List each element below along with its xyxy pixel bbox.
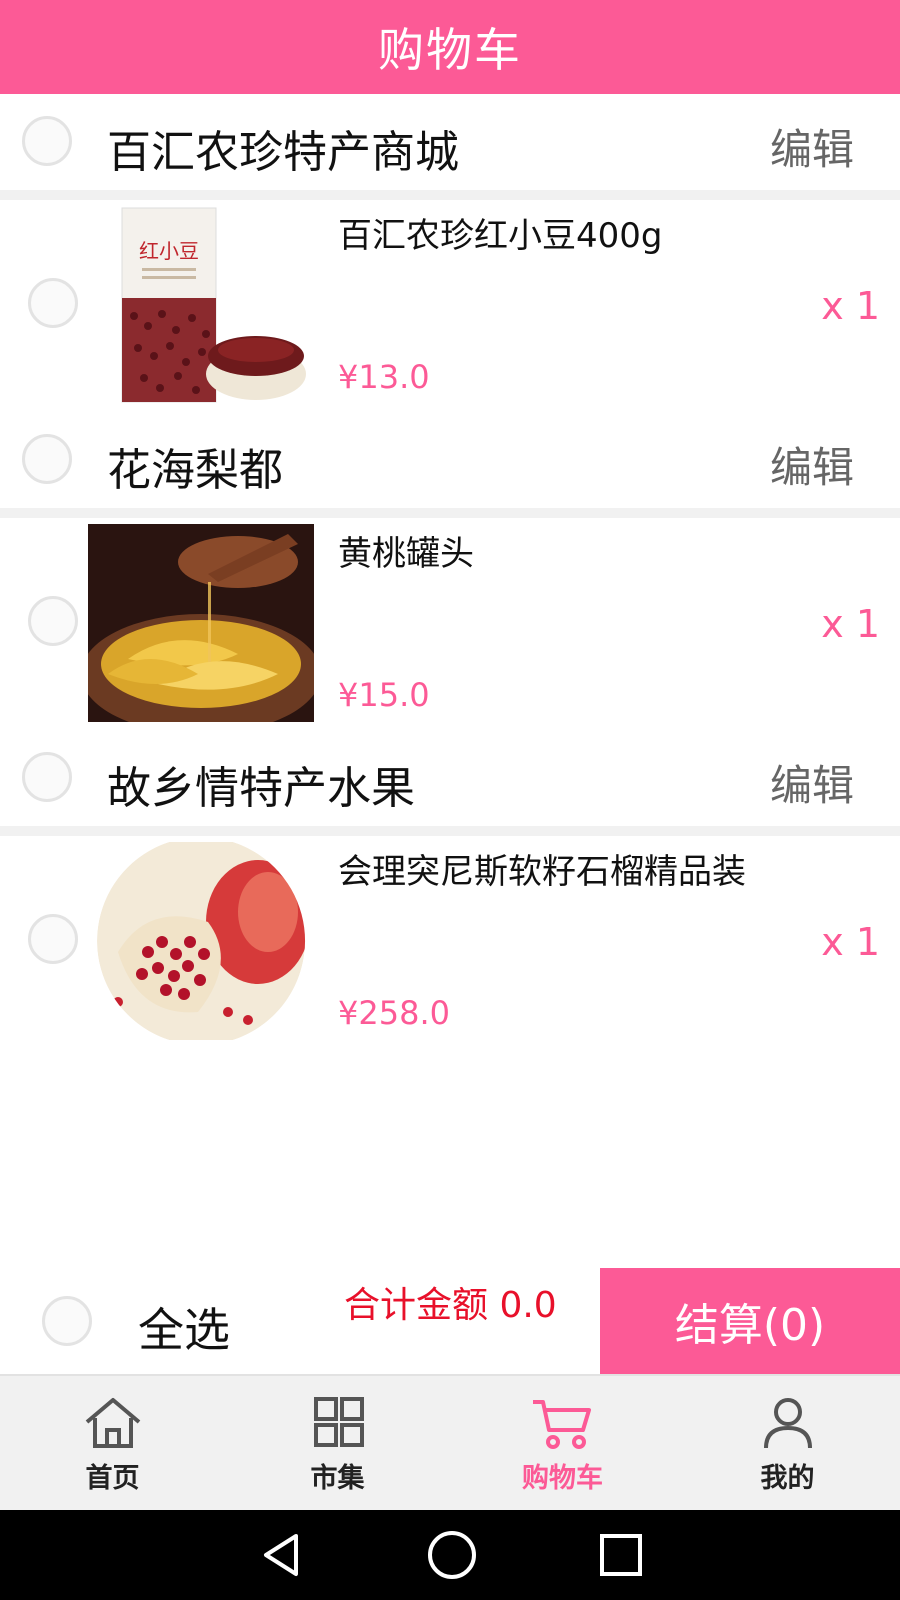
item-quantity: x 1	[821, 602, 880, 646]
shop-edit-button[interactable]: 编辑	[770, 434, 854, 495]
shop-header: 花海梨都 编辑	[0, 412, 900, 508]
item-quantity: x 1	[821, 284, 880, 328]
shop-edit-button[interactable]: 编辑	[770, 752, 854, 813]
cart-item: 红小豆 百汇农珍红小豆400g x 1 ¥13.0	[0, 200, 900, 410]
item-name: 百汇农珍红小豆400g	[338, 216, 663, 256]
bottom-tab-bar: 首页 市集 购物车 我的	[0, 1374, 900, 1510]
item-name: 黄桃罐头	[338, 534, 474, 574]
cart-icon	[532, 1400, 591, 1449]
total-amount: 合计金额 0.0	[344, 1285, 557, 1326]
select-all-checkbox[interactable]	[42, 1296, 92, 1346]
shop-select-checkbox[interactable]	[22, 752, 72, 802]
grid-icon	[313, 1397, 364, 1447]
page-title: 购物车	[0, 0, 900, 94]
tab-home[interactable]: 首页	[0, 1376, 225, 1510]
shop-select-checkbox[interactable]	[22, 116, 72, 166]
item-select-checkbox[interactable]	[28, 914, 78, 964]
tab-cart[interactable]: 购物车	[450, 1376, 675, 1510]
divider	[0, 826, 900, 836]
shop-name: 百汇农珍特产商城	[107, 127, 459, 178]
shop-edit-button[interactable]: 编辑	[770, 116, 854, 177]
shop-name: 花海梨都	[107, 445, 283, 496]
shop-header: 百汇农珍特产商城 编辑	[0, 94, 900, 190]
tab-label: 购物车	[522, 1463, 603, 1494]
person-icon	[763, 1398, 812, 1449]
select-all-label[interactable]: 全选	[138, 1294, 230, 1360]
product-package-text: 红小豆	[139, 239, 199, 263]
cart-item: 黄桃罐头 x 1 ¥15.0	[0, 518, 900, 728]
item-select-checkbox[interactable]	[28, 278, 78, 328]
recents-icon[interactable]	[598, 1532, 644, 1578]
tab-market[interactable]: 市集	[225, 1376, 450, 1510]
product-image[interactable]	[88, 524, 314, 722]
home-circle-icon[interactable]	[426, 1529, 478, 1581]
item-price: ¥13.0	[338, 358, 430, 396]
cart-summary-bar: 全选 合计金额 0.0 结算(0)	[0, 1268, 900, 1374]
divider	[0, 508, 900, 518]
tab-profile[interactable]: 我的	[675, 1376, 900, 1510]
product-image[interactable]	[88, 842, 314, 1040]
item-quantity: x 1	[821, 920, 880, 964]
divider	[0, 190, 900, 200]
checkout-button[interactable]: 结算(0)	[600, 1268, 900, 1374]
shop-name: 故乡情特产水果	[107, 763, 415, 814]
tab-label: 市集	[310, 1463, 365, 1494]
shop-select-checkbox[interactable]	[22, 434, 72, 484]
home-icon	[85, 1398, 140, 1448]
system-nav-bar	[0, 1510, 900, 1600]
product-image[interactable]: 红小豆	[88, 206, 314, 404]
cart-item: 会理突尼斯软籽石榴精品装 x 1 ¥258.0	[0, 836, 900, 1046]
tab-label: 首页	[85, 1463, 140, 1494]
item-select-checkbox[interactable]	[28, 596, 78, 646]
item-name: 会理突尼斯软籽石榴精品装	[338, 852, 746, 892]
item-price: ¥258.0	[338, 994, 450, 1032]
tab-label: 我的	[760, 1463, 815, 1494]
back-icon[interactable]	[256, 1530, 306, 1580]
item-price: ¥15.0	[338, 676, 430, 714]
shop-header: 故乡情特产水果 编辑	[0, 730, 900, 826]
